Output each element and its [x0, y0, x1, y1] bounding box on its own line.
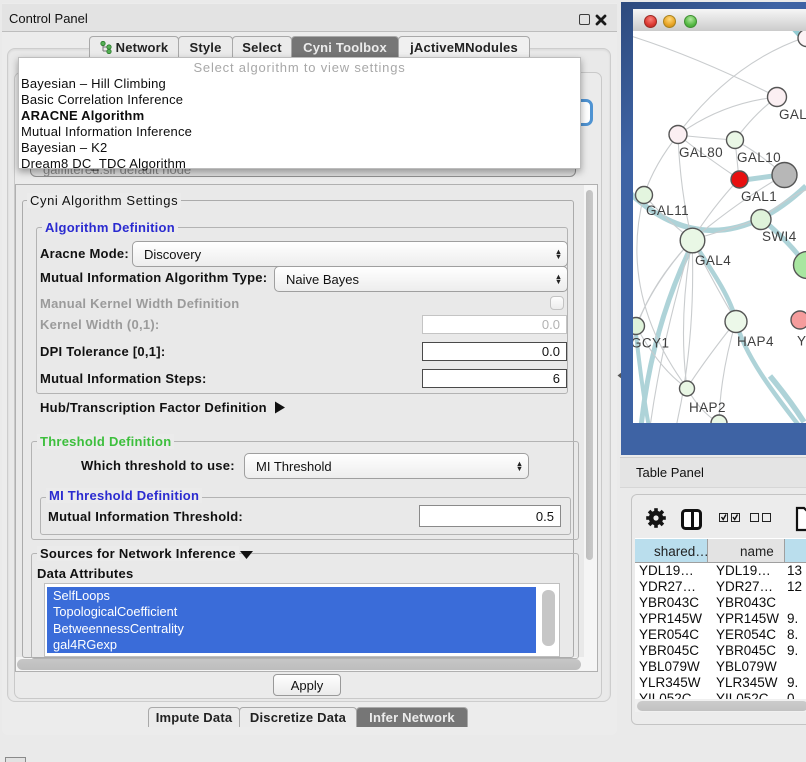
svg-text:Y: Y	[797, 334, 806, 349]
svg-text:GAL10: GAL10	[737, 150, 781, 165]
svg-text:GCY1: GCY1	[633, 336, 669, 351]
svg-text:GAL80: GAL80	[679, 145, 723, 160]
svg-text:HAP2: HAP2	[689, 400, 726, 415]
svg-text:HAP4: HAP4	[737, 334, 774, 349]
svg-text:SWI4: SWI4	[762, 229, 797, 244]
svg-text:GAL7: GAL7	[779, 107, 806, 122]
svg-text:GAL4: GAL4	[695, 253, 731, 268]
svg-text:GAL1: GAL1	[741, 189, 777, 204]
svg-text:GAL11: GAL11	[646, 203, 689, 218]
